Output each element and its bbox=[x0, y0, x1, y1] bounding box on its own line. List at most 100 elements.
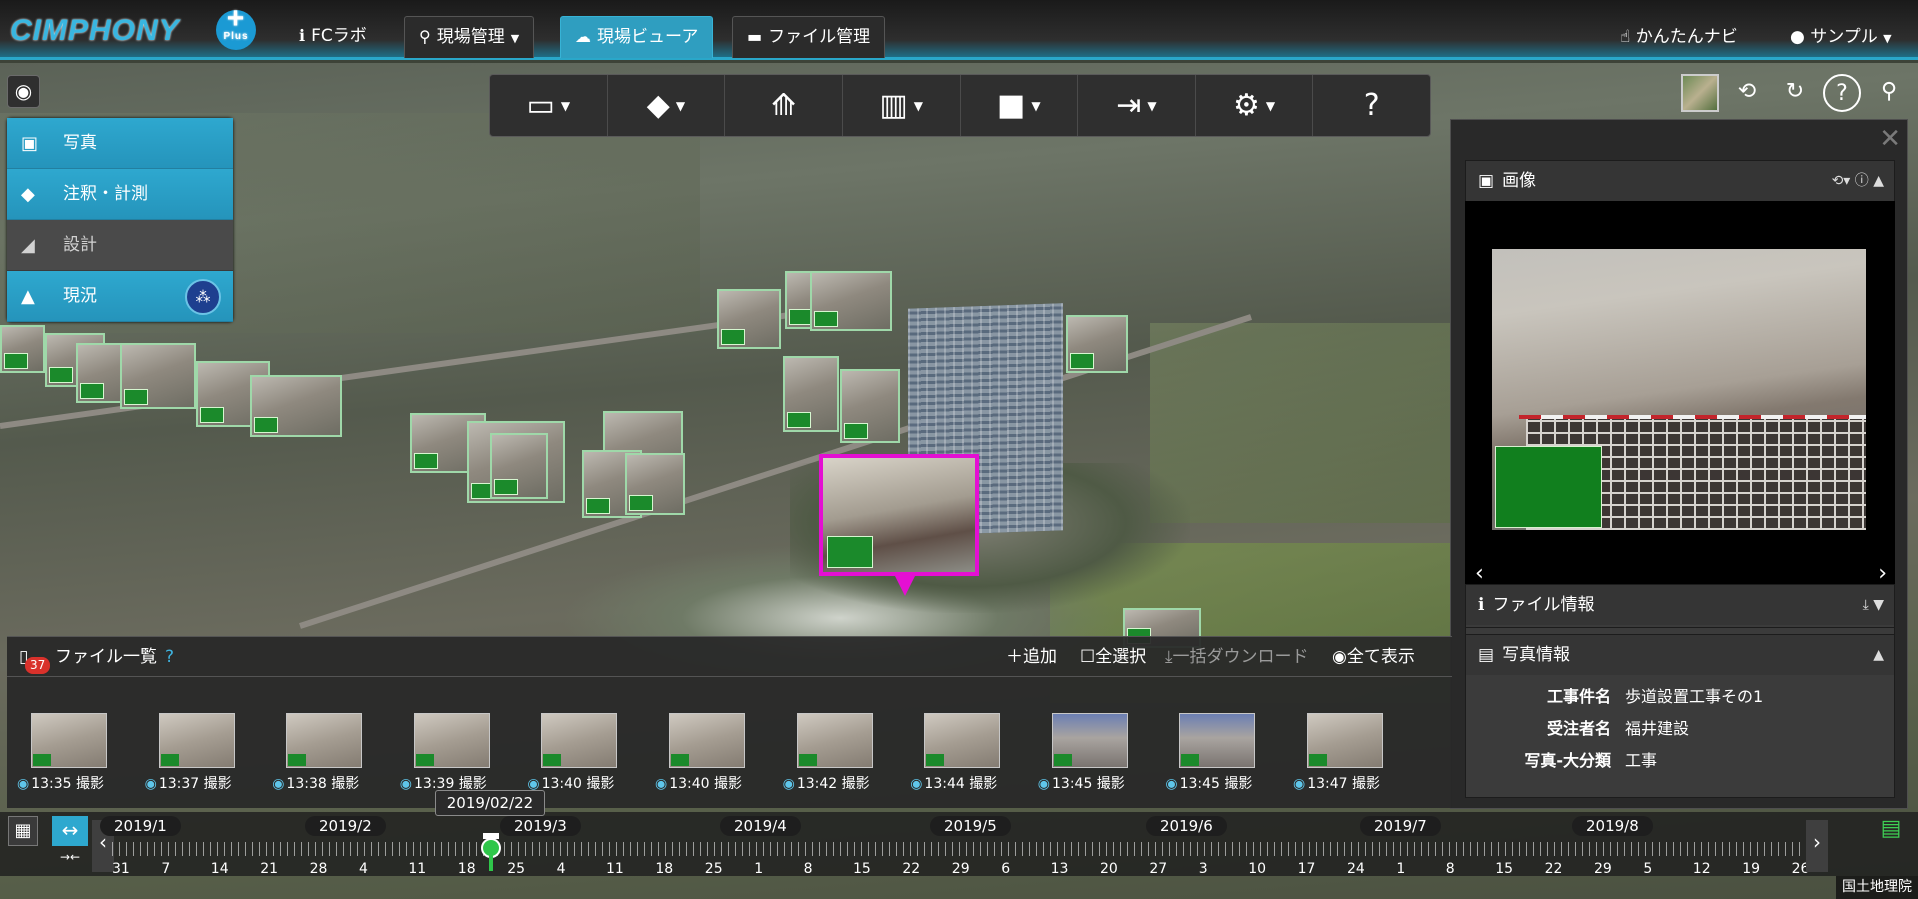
timeline-handle[interactable] bbox=[481, 833, 501, 871]
annotation-button[interactable]: ◆ ▼ bbox=[608, 75, 726, 136]
eye-icon[interactable]: ◉ bbox=[910, 776, 922, 792]
file-excel-icon[interactable]: ▤ bbox=[1876, 816, 1906, 850]
camera-button[interactable]: ■ ▼ bbox=[961, 75, 1079, 136]
select-all-button[interactable]: ☐全選択 bbox=[1080, 637, 1146, 677]
file-thumbnail-label[interactable]: ◉ 13:35 撮影 bbox=[17, 773, 104, 793]
basemap-thumbnail[interactable] bbox=[1681, 74, 1719, 112]
user-menu[interactable]: ● サンプル ▼ bbox=[1790, 22, 1892, 47]
expand-horizontal-icon[interactable]: ↔ bbox=[52, 816, 88, 846]
file-thumbnail[interactable] bbox=[413, 713, 490, 768]
file-thumbnail[interactable] bbox=[1051, 713, 1128, 768]
compress-horizontal-icon[interactable]: →← bbox=[52, 850, 88, 872]
file-thumbnail[interactable] bbox=[669, 713, 745, 768]
layer-design[interactable]: ◢ 設計 bbox=[7, 220, 233, 271]
file-info-header[interactable]: ℹ ファイル情報 ⤓ ▼ bbox=[1466, 585, 1894, 625]
timeline-day-label: 19 bbox=[1742, 861, 1761, 877]
add-button[interactable]: ＋追加 bbox=[1006, 637, 1057, 677]
photo-marker[interactable] bbox=[810, 271, 892, 331]
close-icon[interactable]: ✕ bbox=[1879, 124, 1901, 154]
file-thumbnail[interactable] bbox=[286, 713, 363, 768]
chevron-right-icon[interactable]: › bbox=[1878, 561, 1887, 586]
photo-marker[interactable] bbox=[717, 289, 781, 349]
timeline-ruler[interactable] bbox=[112, 842, 1812, 856]
help-button[interactable]: ? bbox=[1313, 75, 1430, 136]
chevron-left-icon[interactable]: ‹ bbox=[1475, 561, 1484, 586]
timeline-day-label: 14 bbox=[210, 861, 229, 877]
file-thumbnail[interactable] bbox=[31, 713, 107, 768]
point-cloud-icon: ⁂ bbox=[185, 279, 221, 315]
eye-icon[interactable]: ◉ bbox=[7, 75, 40, 108]
caret-down-icon: ▼ bbox=[1031, 99, 1041, 113]
file-thumbnail[interactable] bbox=[796, 713, 873, 768]
help-circle-icon[interactable]: ? bbox=[1823, 74, 1861, 112]
measure-ruler-button[interactable]: ▭ ▼ bbox=[490, 75, 608, 136]
help-circle-icon[interactable]: ? bbox=[165, 637, 174, 677]
layer-photo[interactable]: ▣ 写真 bbox=[7, 118, 233, 169]
file-thumbnail-label[interactable]: ◉ 13:42 撮影 bbox=[783, 773, 870, 793]
file-info-section[interactable]: ℹ ファイル情報 ⤓ ▼ bbox=[1465, 584, 1895, 628]
file-thumbnail-label[interactable]: ◉ 13:38 撮影 bbox=[272, 773, 359, 793]
chevron-right-icon[interactable]: › bbox=[1806, 820, 1828, 872]
eye-icon[interactable]: ◉ bbox=[400, 776, 412, 792]
photo-marker[interactable] bbox=[1066, 315, 1128, 373]
file-thumbnail[interactable] bbox=[158, 713, 235, 768]
tower-button[interactable]: ⟰ bbox=[725, 75, 843, 136]
eye-icon[interactable]: ◉ bbox=[1165, 776, 1177, 792]
file-thumbnail-label[interactable]: ◉ 13:45 撮影 bbox=[1165, 773, 1252, 793]
photo-marker[interactable] bbox=[490, 433, 548, 499]
file-thumbnail-label[interactable]: ◉ 13:37 撮影 bbox=[145, 773, 232, 793]
map-attribution: 国土地理院 bbox=[1836, 876, 1918, 899]
selected-photo-marker[interactable] bbox=[819, 454, 979, 596]
photo-marker[interactable] bbox=[625, 453, 685, 515]
layer-annotation[interactable]: ◆ 注釈・計測 bbox=[7, 169, 233, 220]
photo-info-header[interactable]: ▤ 写真情報 ▲ bbox=[1466, 635, 1894, 675]
export-button[interactable]: ⇥ ▼ bbox=[1078, 75, 1196, 136]
eye-icon[interactable]: ◉ bbox=[783, 776, 795, 792]
tags-icon: ◆ bbox=[646, 88, 670, 123]
rotate-help-collapse-controls[interactable]: ⟲▾ ⓘ ▲ bbox=[1832, 161, 1884, 201]
photo-marker[interactable] bbox=[0, 325, 45, 373]
photo-marker[interactable] bbox=[120, 343, 196, 409]
bulk-download-button[interactable]: ⤓一括ダウンロード bbox=[1165, 637, 1309, 677]
chevron-up-icon[interactable]: ▲ bbox=[1873, 635, 1884, 675]
chart-button[interactable]: ▥ ▼ bbox=[843, 75, 961, 136]
site-photo[interactable] bbox=[1492, 249, 1866, 530]
app-logo[interactable]: CIMPHONYPlus bbox=[10, 0, 256, 50]
transmission-tower-icon: ⟰ bbox=[770, 88, 797, 123]
eye-icon[interactable]: ◉ bbox=[1293, 776, 1305, 792]
tab-file-management[interactable]: ▬ ファイル管理 bbox=[732, 16, 886, 58]
download-collapse-controls[interactable]: ⤓ ▼ bbox=[1863, 585, 1884, 625]
eye-icon[interactable]: ◉ bbox=[17, 776, 29, 792]
file-thumbnail[interactable] bbox=[1307, 713, 1383, 768]
eye-icon[interactable]: ◉ bbox=[272, 776, 284, 792]
lightbulb-icon[interactable]: ⚲ bbox=[1870, 74, 1908, 112]
file-thumbnail[interactable] bbox=[1179, 713, 1256, 768]
tab-site-management[interactable]: ⚲ 現場管理 ▼ bbox=[404, 16, 535, 58]
image-viewer[interactable]: ‹ › bbox=[1465, 201, 1895, 586]
file-thumbnail-label[interactable]: ◉ 13:40 撮影 bbox=[655, 773, 742, 793]
layer-current[interactable]: ▲ 現況 ⁂ bbox=[7, 271, 233, 322]
file-thumbnail-label[interactable]: ◉ 13:44 撮影 bbox=[910, 773, 997, 793]
eye-icon[interactable]: ◉ bbox=[1038, 776, 1050, 792]
file-thumbnail-label[interactable]: ◉ 13:45 撮影 bbox=[1038, 773, 1125, 793]
eye-icon[interactable]: ◉ bbox=[655, 776, 667, 792]
file-thumbnail-label[interactable]: ◉ 13:47 撮影 bbox=[1293, 773, 1380, 793]
tab-site-viewer[interactable]: ☁ 現場ビューア bbox=[560, 16, 714, 58]
eye-icon[interactable]: ◉ bbox=[145, 776, 157, 792]
show-all-button[interactable]: ◉全て表示 bbox=[1332, 637, 1415, 677]
capture-time: 13:35 撮影 bbox=[31, 776, 105, 792]
file-thumbnail[interactable] bbox=[541, 713, 618, 768]
file-thumbnail[interactable] bbox=[924, 713, 1001, 768]
info-icon: ℹ bbox=[1478, 595, 1485, 615]
calendar-icon[interactable]: ▦ bbox=[8, 816, 38, 846]
timeline-day-label: 5 bbox=[1643, 861, 1653, 877]
refresh-icon[interactable]: ↻ bbox=[1776, 74, 1814, 112]
photo-marker[interactable] bbox=[783, 356, 839, 432]
sync-view-icon[interactable]: ⟲ bbox=[1728, 74, 1766, 112]
photo-marker[interactable] bbox=[840, 369, 900, 443]
tab-fc-lab[interactable]: ℹ FCラボ bbox=[285, 16, 381, 58]
easy-navi-link[interactable]: ☝ かんたんナビ bbox=[1620, 22, 1738, 47]
photo-marker[interactable] bbox=[250, 375, 342, 437]
settings-button[interactable]: ⚙ ▼ bbox=[1196, 75, 1314, 136]
image-section-header[interactable]: ▣ 画像 ⟲▾ ⓘ ▲ bbox=[1466, 161, 1894, 201]
